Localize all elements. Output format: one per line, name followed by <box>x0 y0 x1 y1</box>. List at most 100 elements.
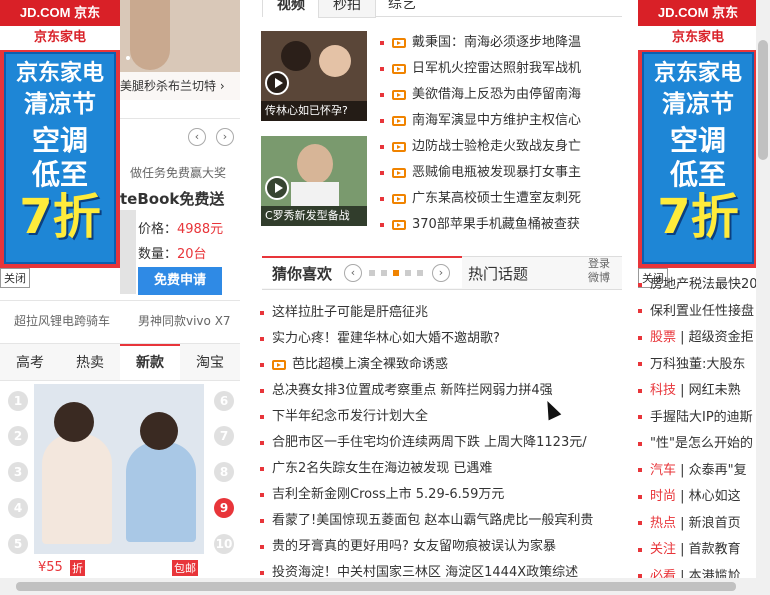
news-link[interactable]: "性"是怎么开始的 <box>650 436 753 451</box>
horizontal-scrollbar[interactable] <box>0 578 756 595</box>
right-news-item[interactable]: 时尚 | 林心如这 <box>638 484 763 511</box>
next-arrow-icon[interactable]: › <box>216 128 234 146</box>
news-link[interactable]: 总决赛女排3位置成考察重点 新阵拦网弱力拼4强 <box>272 383 553 398</box>
tab-new[interactable]: 新款 <box>120 352 180 372</box>
news-link[interactable]: 看蒙了!美国惊现五菱面包 赵本山霸气路虎比一般宾利贵 <box>272 513 593 528</box>
link-ebike[interactable]: 超拉风锂电跨骑车 <box>14 312 110 329</box>
news-link[interactable]: 超级资金拒 <box>689 330 754 345</box>
hot-topics-title[interactable]: 热门话题 <box>468 263 528 284</box>
rank-3[interactable]: 3 <box>8 462 28 482</box>
news-link[interactable]: 贵的牙膏真的更好用吗? 女友留吻痕被误认为家暴 <box>272 539 556 554</box>
tab-video[interactable]: 视频 <box>262 0 320 17</box>
product-name[interactable]: teBook免费送 <box>120 188 224 209</box>
scrollbar-thumb[interactable] <box>16 582 736 591</box>
news-link[interactable]: 众泰再"复 <box>689 463 747 478</box>
rank-10[interactable]: 10 <box>214 534 234 554</box>
right-news-item[interactable]: "性"是怎么开始的 <box>638 431 763 458</box>
pager-dot[interactable] <box>405 270 411 276</box>
rank-1[interactable]: 1 <box>8 391 28 411</box>
prev-arrow-icon[interactable]: ‹ <box>344 264 362 282</box>
category-tag[interactable]: 汽车 <box>650 463 676 478</box>
news-link[interactable]: 房地产税法最快20 <box>650 277 758 292</box>
video-news-item[interactable]: 370部苹果手机藏鱼桶被查获 <box>380 212 620 238</box>
rank-7[interactable]: 7 <box>214 426 234 446</box>
news-link[interactable]: 美欲借海上反恐为由停留南海 <box>412 87 581 102</box>
video-news-item[interactable]: 美欲借海上反恐为由停留南海 <box>380 82 620 108</box>
video-news-item[interactable]: 广东某高校硕士生遭室友刺死 <box>380 186 620 212</box>
rank-4[interactable]: 4 <box>8 498 28 518</box>
news-link[interactable]: 保利置业任性接盘 <box>650 304 754 319</box>
right-news-item[interactable]: 汽车 | 众泰再"复 <box>638 458 763 485</box>
right-news-item[interactable]: 房地产税法最快20 <box>638 272 763 299</box>
play-icon[interactable] <box>265 71 289 95</box>
ad-close-button[interactable]: 关闭 <box>0 268 30 288</box>
rank-6[interactable]: 6 <box>214 391 234 411</box>
thumbnail-image[interactable]: 美腿秒杀布兰切特 › <box>120 0 240 100</box>
video-news-item[interactable]: 边防战士验枪走火致战友身亡 <box>380 134 620 160</box>
pager-dot[interactable] <box>381 270 387 276</box>
news-link[interactable]: 戴秉国：南海必须逐步地降温 <box>412 35 581 50</box>
news-link[interactable]: 林心如这 <box>689 489 741 504</box>
news-link[interactable]: 恶贼偷电瓶被发现暴打女事主 <box>412 165 581 180</box>
weibo-text[interactable]: 微博 <box>588 271 610 285</box>
tab-gaokao[interactable]: 高考 <box>0 352 60 372</box>
category-tag[interactable]: 股票 <box>650 330 676 345</box>
video-thumbnail-2[interactable]: C罗秀新发型备战 <box>261 136 367 226</box>
pager-dot[interactable] <box>417 270 423 276</box>
news-item[interactable]: 芭比超模上演全裸致命诱惑 <box>260 352 626 378</box>
vertical-scrollbar[interactable] <box>756 0 770 595</box>
fashion-product-image[interactable] <box>34 384 204 554</box>
right-news-item[interactable]: 热点 | 新浪首页 <box>638 511 763 538</box>
news-link[interactable]: 370部苹果手机藏鱼桶被查获 <box>412 217 580 232</box>
news-link[interactable]: 合肥市区一手住宅均价连续两周下跌 上周大降1123元/ <box>272 435 587 450</box>
right-news-item[interactable]: 关注 | 首款教育 <box>638 537 763 564</box>
left-banner-ad[interactable]: JD.COM 京东 京东家电 京东家电 清凉节 空调 低至 7折 关闭 <box>0 0 120 288</box>
category-tag[interactable]: 科技 <box>650 383 676 398</box>
news-link[interactable]: 万科独董:大股东 <box>650 357 745 372</box>
news-item[interactable]: 下半年纪念币发行计划大全 <box>260 404 626 430</box>
tab-taobao[interactable]: 淘宝 <box>180 352 240 372</box>
video-thumbnail-1[interactable]: 传林心如已怀孕? <box>261 31 367 121</box>
news-item[interactable]: 实力心疼！霍建华林心如大婚不邀胡歌? <box>260 326 626 352</box>
login-text[interactable]: 登录 <box>588 257 610 271</box>
news-link[interactable]: 实力心疼！霍建华林心如大婚不邀胡歌? <box>272 331 500 346</box>
link-vivo[interactable]: 男神同款vivo X7 <box>138 312 231 329</box>
news-link[interactable]: 首款教育 <box>689 542 741 557</box>
right-news-item[interactable]: 保利置业任性接盘 <box>638 299 763 326</box>
video-news-item[interactable]: 日军机火控雷达照射我军战机 <box>380 56 620 82</box>
tab-variety[interactable]: 综艺 <box>374 0 430 16</box>
tab-hot-sale[interactable]: 热卖 <box>60 352 120 372</box>
news-link[interactable]: 网红未熟 <box>689 383 741 398</box>
rank-9[interactable]: 9 <box>214 498 234 518</box>
rank-2[interactable]: 2 <box>8 426 28 446</box>
news-item[interactable]: 吉利全新金刚Cross上市 5.29-6.59万元 <box>260 482 626 508</box>
right-news-item[interactable]: 股票 | 超级资金拒 <box>638 325 763 352</box>
news-item[interactable]: 贵的牙膏真的更好用吗? 女友留吻痕被误认为家暴 <box>260 534 626 560</box>
news-link[interactable]: 南海军演显中方维护主权信心 <box>412 113 581 128</box>
news-link[interactable]: 手握陆大IP的迪斯 <box>650 410 753 425</box>
news-link[interactable]: 广东某高校硕士生遭室友刺死 <box>412 191 581 206</box>
guess-title[interactable]: 猜你喜欢 <box>272 263 332 284</box>
category-tag[interactable]: 热点 <box>650 516 676 531</box>
scrollbar-thumb[interactable] <box>758 40 768 160</box>
video-news-item[interactable]: 戴秉国：南海必须逐步地降温 <box>380 30 620 56</box>
right-banner-ad[interactable]: JD.COM 京东 京东家电 京东家电 清凉节 空调 低至 7折 关闭 <box>638 0 758 288</box>
rank-5[interactable]: 5 <box>8 534 28 554</box>
rank-8[interactable]: 8 <box>214 462 234 482</box>
apply-button[interactable]: 免费申请 <box>138 267 222 295</box>
news-link[interactable]: 日军机火控雷达照射我军战机 <box>412 61 581 76</box>
news-link[interactable]: 吉利全新金刚Cross上市 5.29-6.59万元 <box>272 487 504 502</box>
product-image[interactable] <box>120 210 136 294</box>
category-tag[interactable]: 关注 <box>650 542 676 557</box>
pager-dot[interactable] <box>369 270 375 276</box>
news-item[interactable]: 合肥市区一手住宅均价连续两周下跌 上周大降1123元/ <box>260 430 626 456</box>
news-item[interactable]: 这样拉肚子可能是肝癌征兆 <box>260 300 626 326</box>
slide-dot[interactable] <box>126 56 130 60</box>
category-tag[interactable]: 时尚 <box>650 489 676 504</box>
news-link[interactable]: 新浪首页 <box>689 516 741 531</box>
news-link[interactable]: 边防战士验枪走火致战友身亡 <box>412 139 581 154</box>
video-news-item[interactable]: 恶贼偷电瓶被发现暴打女事主 <box>380 160 620 186</box>
video-news-item[interactable]: 南海军演显中方维护主权信心 <box>380 108 620 134</box>
news-item[interactable]: 总决赛女排3位置成考察重点 新阵拦网弱力拼4强 <box>260 378 626 404</box>
weibo-login[interactable]: 登录 微博 <box>588 257 610 285</box>
